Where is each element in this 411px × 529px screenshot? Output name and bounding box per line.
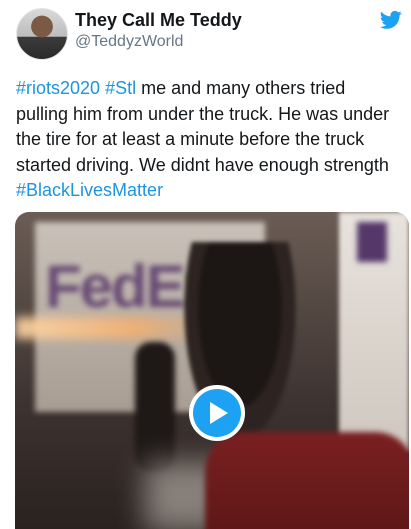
hashtag-link[interactable]: #Stl	[105, 78, 136, 98]
video-frame-figure	[135, 342, 175, 472]
twitter-bird-icon	[380, 10, 402, 29]
avatar[interactable]	[16, 8, 68, 60]
hashtag-link[interactable]: #riots2020	[16, 78, 100, 98]
play-icon	[210, 402, 228, 424]
tweet-text: #riots2020 #Stl me and many others tried…	[16, 76, 402, 204]
hashtag-link[interactable]: #BlackLivesMatter	[16, 180, 163, 200]
user-handle[interactable]: @TeddyzWorld	[75, 33, 183, 51]
video-frame-shirt	[205, 432, 409, 529]
play-button[interactable]	[189, 385, 245, 441]
video-frame-mark	[357, 222, 387, 262]
display-name[interactable]: They Call Me Teddy	[75, 10, 242, 31]
logo-text: FedE	[45, 253, 186, 320]
video-player[interactable]: FedEx	[15, 212, 409, 529]
